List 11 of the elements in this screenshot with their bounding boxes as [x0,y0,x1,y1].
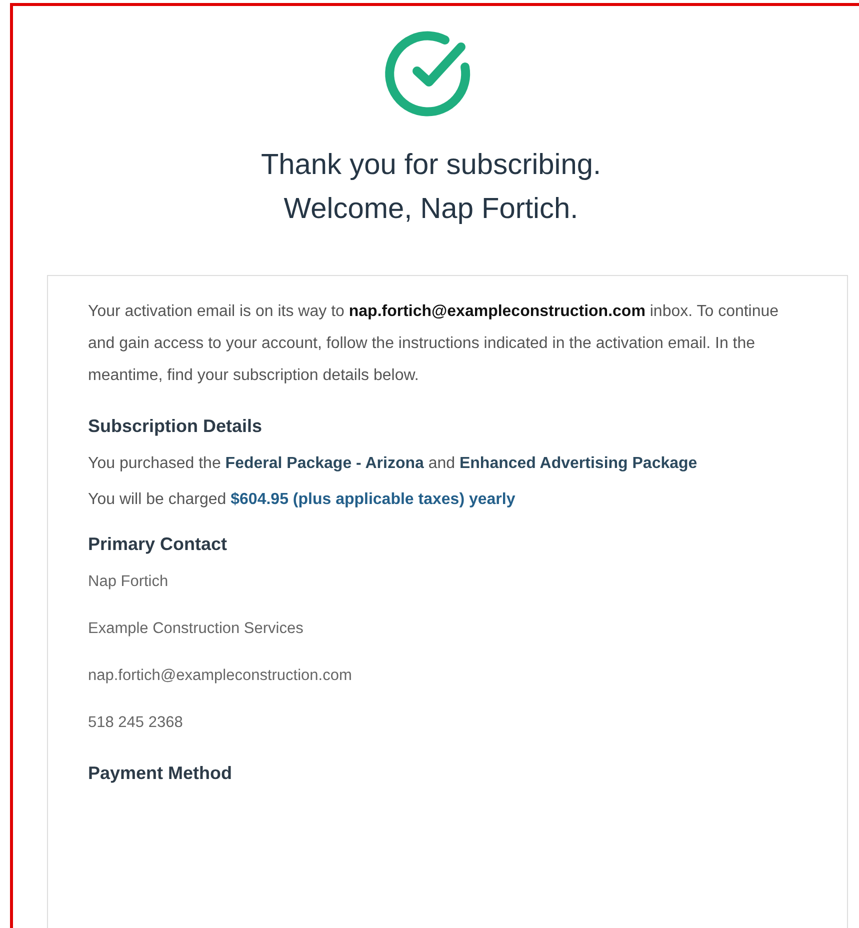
detail-text: You purchased the Federal Package - Arizona and Enhanced Advertising Package [88,454,698,474]
detail-text: You will be charged $604.95 (plus applicable taxes) yearly [88,490,516,510]
section-heading: Primary Contact [88,533,228,556]
contact-text: Example Construction Services [88,619,304,639]
section-heading: Subscription Details [88,415,264,438]
section-heading: Payment Method [88,762,234,785]
contact-text: nap.fortich@exampleconstruction.com [88,666,353,686]
contact-text: 518 245 2368 [88,713,184,733]
intro-paragraph: Your activation email is on its way to nap.fortich@exampleconstruction.com inbox. To continue and gain access to your account, follow the instructions indicated in the activation email. In the meantime, find your subscription details below. [88,302,780,386]
contact-text: Nap Fortich [88,572,170,592]
page-title: Thank you for subscribing. Welcome, Nap Fortich. [260,148,602,227]
